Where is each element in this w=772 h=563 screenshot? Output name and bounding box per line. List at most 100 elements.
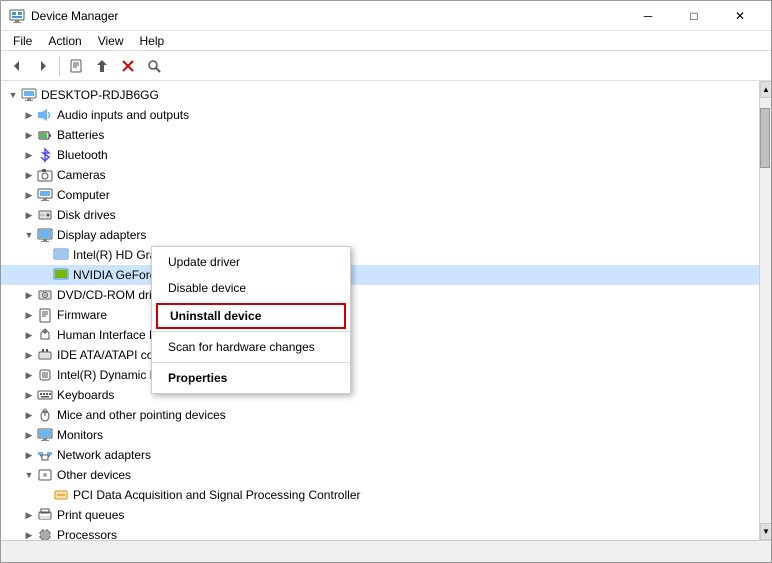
scrollbar-down-button[interactable]: ▼ <box>760 523 771 540</box>
scan-hardware-toolbar-button[interactable] <box>142 54 166 78</box>
title-bar: Device Manager ─ □ ✕ <box>1 1 771 31</box>
minimize-button[interactable]: ─ <box>625 1 671 31</box>
properties-button[interactable] <box>64 54 88 78</box>
update-driver-toolbar-button[interactable] <box>90 54 114 78</box>
bluetooth-expand-icon: ▶ <box>21 147 37 163</box>
computer-device-icon <box>37 187 53 203</box>
tree-item-networkadapters[interactable]: ▶ Network adapters <box>1 445 759 465</box>
tree-item-keyboards[interactable]: ▶ Keyboards <box>1 385 759 405</box>
pcidata-label: PCI Data Acquisition and Signal Processi… <box>73 488 360 502</box>
tree-view[interactable]: ▼ DESKTOP-RDJB6GG ▶ <box>1 81 759 540</box>
diskdrives-icon <box>37 207 53 223</box>
printqueues-icon <box>37 507 53 523</box>
tree-item-diskdrives[interactable]: ▶ Disk drives <box>1 205 759 225</box>
audio-expand-icon: ▶ <box>21 107 37 123</box>
tree-item-monitors[interactable]: ▶ Monitors <box>1 425 759 445</box>
tree-item-mice[interactable]: ▶ Mice and other pointing devices <box>1 405 759 425</box>
audio-icon <box>37 107 53 123</box>
main-area: ▼ DESKTOP-RDJB6GG ▶ <box>1 81 771 540</box>
ctx-update-driver[interactable]: Update driver <box>152 249 350 275</box>
inteldyn-icon <box>37 367 53 383</box>
tree-item-ide[interactable]: ▶ IDE ATA/ATAPI controllers <box>1 345 759 365</box>
toolbar-sep-1 <box>59 56 60 76</box>
menu-help[interactable]: Help <box>132 32 173 50</box>
window-icon <box>9 8 25 24</box>
networkadapters-label: Network adapters <box>57 448 151 462</box>
uninstall-icon <box>121 59 135 73</box>
tree-item-processors[interactable]: ▶ Processors <box>1 525 759 540</box>
pcidata-icon <box>53 487 69 503</box>
update-driver-icon <box>95 59 109 73</box>
tree-item-pcidata[interactable]: PCI Data Acquisition and Signal Processi… <box>1 485 759 505</box>
tree-item-intel-hd[interactable]: Intel(R) HD Graphics 520 <box>1 245 759 265</box>
toolbar <box>1 51 771 81</box>
properties-icon <box>69 59 83 73</box>
firmware-label: Firmware <box>57 308 107 322</box>
monitors-icon <box>37 427 53 443</box>
forward-button[interactable] <box>31 54 55 78</box>
otherdevices-expand-icon: ▼ <box>21 467 37 483</box>
networkadapters-icon <box>37 447 53 463</box>
bluetooth-label: Bluetooth <box>57 148 108 162</box>
hid-icon <box>37 327 53 343</box>
uninstall-toolbar-button[interactable] <box>116 54 140 78</box>
tree-item-hid[interactable]: ▶ Human Interface Devices <box>1 325 759 345</box>
printqueues-expand-icon: ▶ <box>21 507 37 523</box>
tree-item-otherdevices[interactable]: ▼ Other devices <box>1 465 759 485</box>
ctx-disable-device[interactable]: Disable device <box>152 275 350 301</box>
cameras-expand-icon: ▶ <box>21 167 37 183</box>
tree-item-bluetooth[interactable]: ▶ Bluetooth <box>1 145 759 165</box>
tree-item-nvidia[interactable]: NVIDIA GeForce 940M <box>1 265 759 285</box>
otherdevices-icon <box>37 467 53 483</box>
tree-item-audio[interactable]: ▶ Audio inputs and outputs <box>1 105 759 125</box>
ctx-separator-2 <box>152 362 350 363</box>
menu-file[interactable]: File <box>5 32 40 50</box>
tree-item-computer[interactable]: ▶ Computer <box>1 185 759 205</box>
firmware-expand-icon: ▶ <box>21 307 37 323</box>
scrollbar-up-button[interactable]: ▲ <box>760 81 771 98</box>
tree-item-dvd[interactable]: ▶ DVD/CD-ROM drives <box>1 285 759 305</box>
keyboards-icon <box>37 387 53 403</box>
tree-root[interactable]: ▼ DESKTOP-RDJB6GG <box>1 85 759 105</box>
processors-expand-icon: ▶ <box>21 527 37 540</box>
cameras-label: Cameras <box>57 168 106 182</box>
tree-item-inteldyn[interactable]: ▶ Intel(R) Dynamic Platform... <box>1 365 759 385</box>
dvd-expand-icon: ▶ <box>21 287 37 303</box>
tree-item-batteries[interactable]: ▶ Batteries <box>1 125 759 145</box>
bluetooth-icon <box>37 147 53 163</box>
hid-expand-icon: ▶ <box>21 327 37 343</box>
firmware-icon <box>37 307 53 323</box>
menu-view[interactable]: View <box>90 32 132 50</box>
keyboards-expand-icon: ▶ <box>21 387 37 403</box>
window-title: Device Manager <box>31 9 118 23</box>
back-icon <box>10 59 24 73</box>
nvidia-icon <box>53 267 69 283</box>
cameras-icon <box>37 167 53 183</box>
monitors-expand-icon: ▶ <box>21 427 37 443</box>
close-button[interactable]: ✕ <box>717 1 763 31</box>
tree-item-cameras[interactable]: ▶ Cameras <box>1 165 759 185</box>
tree-item-display[interactable]: ▼ Display adapters <box>1 225 759 245</box>
batteries-expand-icon: ▶ <box>21 127 37 143</box>
scrollbar[interactable]: ▲ ▼ <box>759 81 771 540</box>
maximize-button[interactable]: □ <box>671 1 717 31</box>
ctx-scan-hardware[interactable]: Scan for hardware changes <box>152 334 350 360</box>
keyboards-label: Keyboards <box>57 388 114 402</box>
audio-label: Audio inputs and outputs <box>57 108 189 122</box>
tree-item-printqueues[interactable]: ▶ Print queues <box>1 505 759 525</box>
scrollbar-thumb[interactable] <box>760 108 770 168</box>
scrollbar-track[interactable] <box>760 98 771 523</box>
diskdrives-expand-icon: ▶ <box>21 207 37 223</box>
back-button[interactable] <box>5 54 29 78</box>
menu-action[interactable]: Action <box>40 32 89 50</box>
batteries-icon <box>37 127 53 143</box>
ctx-properties[interactable]: Properties <box>152 365 350 391</box>
title-bar-left: Device Manager <box>9 8 118 24</box>
title-bar-controls: ─ □ ✕ <box>625 1 763 31</box>
networkadapters-expand-icon: ▶ <box>21 447 37 463</box>
device-manager-window: Device Manager ─ □ ✕ File Action View He… <box>0 0 772 563</box>
forward-icon <box>36 59 50 73</box>
ctx-uninstall-device[interactable]: Uninstall device <box>156 303 346 329</box>
ide-icon <box>37 347 53 363</box>
tree-item-firmware[interactable]: ▶ Firmware <box>1 305 759 325</box>
